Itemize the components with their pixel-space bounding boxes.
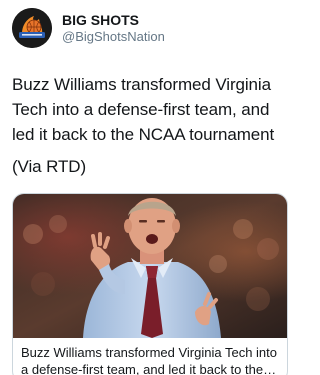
avatar[interactable] [12,8,52,48]
account-handle[interactable]: @BigShotsNation [62,29,165,45]
coach-photo [13,194,287,338]
link-card[interactable]: Buzz Williams transformed Virginia Tech … [12,193,288,375]
card-title[interactable]: Buzz Williams transformed Virginia Tech … [21,344,281,375]
tweet-header: BIG SHOTS @BigShotsNation [12,8,165,48]
tweet-via: (Via RTD) [12,157,87,176]
display-name[interactable]: BIG SHOTS [62,12,165,29]
tweet-body: Buzz Williams transformed Virginia Tech … [12,75,275,144]
tweet[interactable]: BIG SHOTS @BigShotsNation Buzz Williams … [0,0,300,375]
tweet-text: Buzz Williams transformed Virginia Tech … [12,72,294,179]
account-names: BIG SHOTS @BigShotsNation [62,12,165,44]
card-image[interactable] [13,194,287,338]
big-shots-logo-icon [12,8,52,48]
